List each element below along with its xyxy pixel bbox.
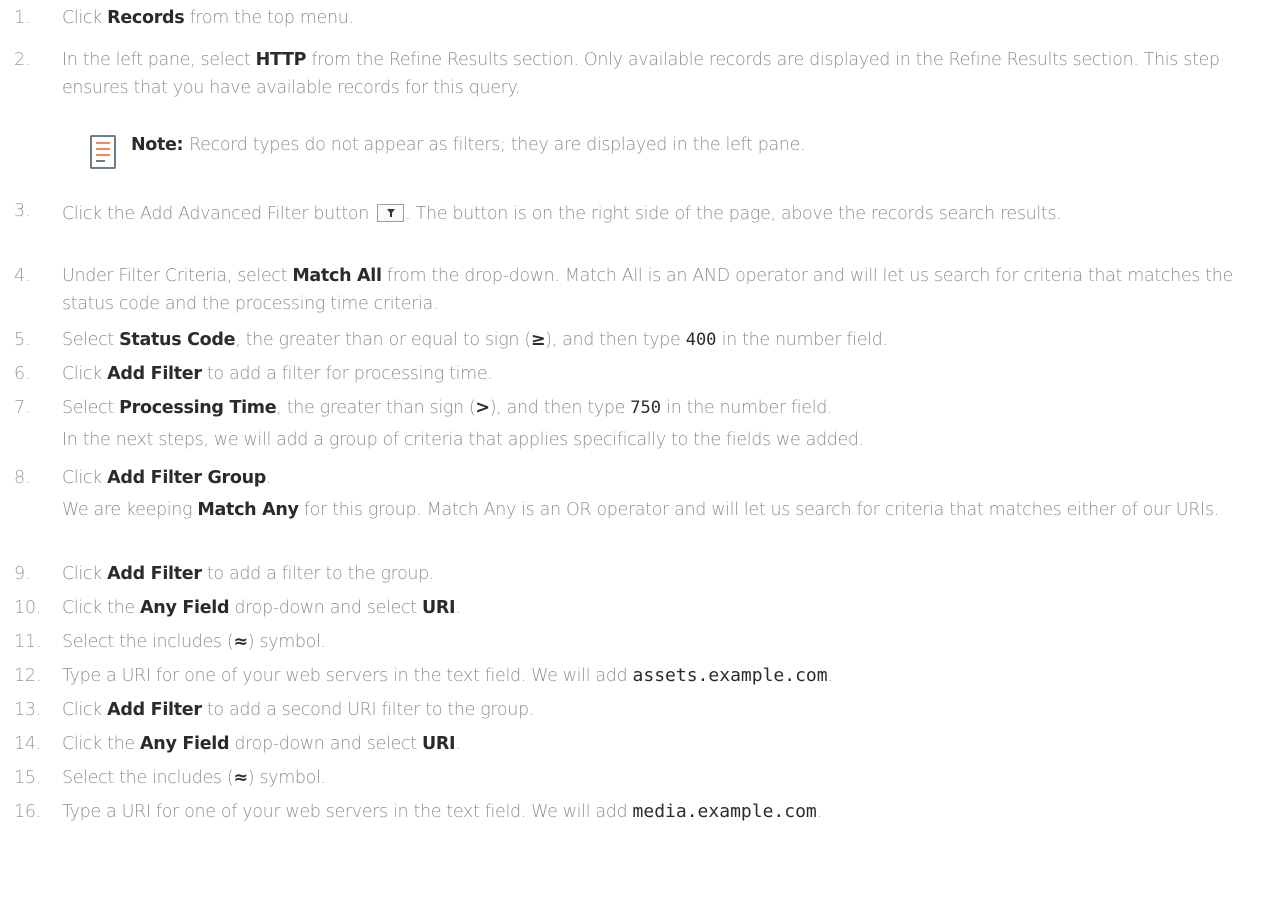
step-text: Type a URI for one of your web servers i… [62,801,822,822]
step-text: Click Add Filter Group. We are keeping Ma… [62,464,1250,524]
step-text: Click the Any Field drop-down and select… [62,598,461,618]
ui-term-match-all: Match All [292,266,382,286]
ui-term-add-filter-group: Add Filter Group [107,468,266,488]
ui-term-add-filter: Add Filter [107,564,202,584]
filter-icon [377,204,405,222]
ui-term-uri: URI [421,734,456,754]
step-subtext: We are keeping Match Any for this group.… [62,500,1219,520]
step-number: 8. [14,468,31,488]
step-text: Click the Add Advanced Filter button . T… [62,204,1062,224]
step-number: 7. [14,398,31,418]
ui-term-any-field: Any Field [140,734,230,754]
step-number: 10. [14,598,42,618]
code-value: assets.example.com [632,665,828,686]
symbol-includes: ≈ [233,768,248,788]
step-number: 4. [14,266,31,286]
step-number: 5. [14,330,31,350]
step-text: Click Add Filter to add a filter to the … [62,564,435,584]
step-text: Click Add Filter to add a filter for pro… [62,364,493,384]
note-callout: Note: Record types do not appear as filte… [90,128,1190,178]
instructions-page: 1. Click Records from the top menu. 2. I… [0,0,1271,918]
step-number: 9. [14,564,31,584]
step-text: Select Status Code, the greater than or … [62,330,888,350]
code-value: 750 [630,398,661,418]
note-icon [90,135,116,169]
step-text: Type a URI for one of your web servers i… [62,665,833,686]
ui-term-http: HTTP [255,50,307,70]
step-number: 6. [14,364,31,384]
symbol-gte: ≥ [530,330,546,350]
ui-term-match-any: Match Any [197,500,299,520]
step-number: 12. [14,666,42,686]
note-label: Note: [131,135,184,155]
step-number: 14. [14,734,42,754]
ui-term-processing-time: Processing Time [119,398,277,418]
symbol-includes: ≈ [233,632,248,652]
ui-term-uri: URI [421,598,456,618]
step-number: 11. [14,632,42,652]
ui-term-any-field: Any Field [140,598,230,618]
step-number: 3. [14,201,31,221]
step-number: 1. [14,8,31,28]
step-number: 2. [14,50,31,70]
step-number: 16. [14,802,42,822]
step-text: Select the includes (≈) symbol. [62,768,326,788]
code-value: 400 [685,330,717,350]
ui-term-add-filter: Add Filter [107,364,202,384]
step-number: 13. [14,700,42,720]
step-text: Click the Any Field drop-down and select… [62,734,461,754]
step-text: Click Add Filter to add a second URI fil… [62,700,534,720]
step-subtext: In the next steps, we will add a group o… [62,430,864,450]
step-number: 15. [14,768,42,788]
step-text: In the left pane, select HTTP from the R… [62,50,1220,98]
note-text: Note: Record types do not appear as filte… [131,135,806,155]
step-text: Select the includes (≈) symbol. [62,632,326,652]
symbol-gt: > [475,398,490,418]
ui-term-status-code: Status Code [119,330,236,350]
step-text: Under Filter Criteria, select Match All … [62,266,1233,314]
code-value: media.example.com [632,801,817,822]
step-text: Click Records from the top menu. [62,8,354,28]
step-text: Select Processing Time, the greater than… [62,394,1250,454]
ui-term-add-filter: Add Filter [107,700,202,720]
ui-term-records: Records [107,8,185,28]
